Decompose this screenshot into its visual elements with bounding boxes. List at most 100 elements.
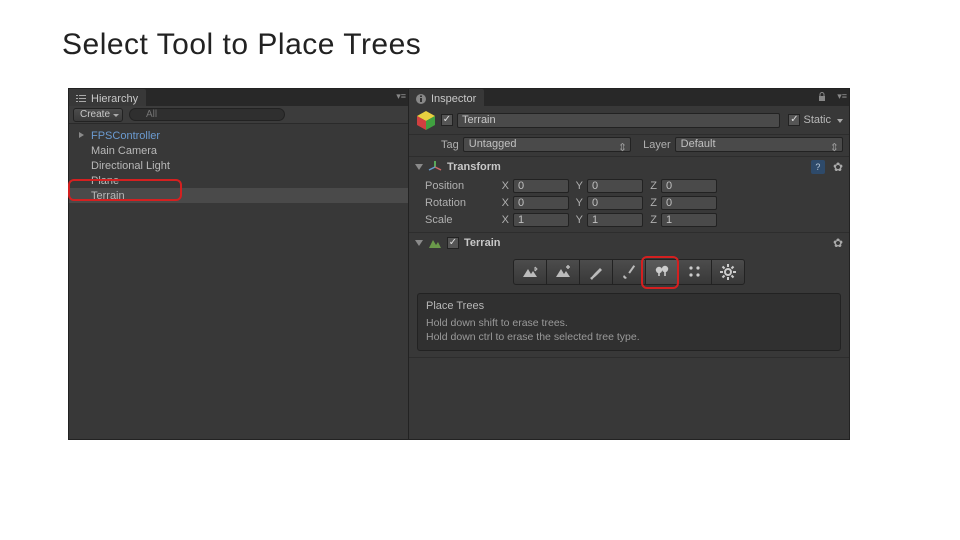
hierarchy-item-fpscontroller[interactable]: FPSController xyxy=(69,128,408,143)
scale-z-input[interactable] xyxy=(661,213,717,227)
transform-position-row: Position X Y Z xyxy=(415,177,843,194)
hierarchy-list: FPSController Main Camera Directional Li… xyxy=(69,124,408,207)
hierarchy-panel: Hierarchy ▾≡ Create FPSController Main C… xyxy=(68,88,409,440)
hierarchy-item-label: Plane xyxy=(91,175,119,187)
terrain-component: ✓ Terrain ✿ xyxy=(409,233,849,358)
terrain-help-box: Place Trees Hold down shift to erase tre… xyxy=(417,293,841,351)
rotation-x-input[interactable] xyxy=(513,196,569,210)
foldout-icon[interactable] xyxy=(415,164,423,170)
layer-label: Layer xyxy=(643,139,671,151)
transform-icon xyxy=(428,160,442,174)
transform-fields: Position X Y Z Rotation X Y Z Scale X Y … xyxy=(409,177,849,232)
transform-scale-row: Scale X Y Z xyxy=(415,211,843,228)
inspector-tab-row: Inspector ▾≡ xyxy=(409,89,849,106)
foldout-icon[interactable] xyxy=(415,240,423,246)
static-toggle-group: ✓ Static xyxy=(788,114,843,126)
lock-icon[interactable] xyxy=(817,92,827,102)
expand-arrow-icon[interactable] xyxy=(79,132,84,138)
scale-y-input[interactable] xyxy=(587,213,643,227)
terrain-tool-smooth[interactable] xyxy=(579,259,613,285)
inspector-tab-menu-icon[interactable]: ▾≡ xyxy=(837,91,847,102)
help-line-2: Hold down ctrl to erase the selected tre… xyxy=(426,330,832,344)
inspector-object-header: ✓ ✓ Static xyxy=(409,106,849,135)
hierarchy-item-plane[interactable]: Plane xyxy=(69,173,408,188)
terrain-tool-raise-lower[interactable] xyxy=(513,259,547,285)
create-button[interactable]: Create xyxy=(73,108,123,122)
brush-icon xyxy=(587,263,605,281)
hierarchy-tab-label: Hierarchy xyxy=(91,93,138,105)
hierarchy-item-label: FPSController xyxy=(91,130,160,142)
hierarchy-toolbar: Create xyxy=(69,106,408,124)
chevron-updown-icon: ⇕ xyxy=(618,141,627,154)
terrain-icon xyxy=(428,236,442,250)
transform-rotation-row: Rotation X Y Z xyxy=(415,194,843,211)
trees-icon xyxy=(653,263,671,281)
layer-value: Default xyxy=(681,138,716,150)
tag-dropdown[interactable]: Untagged ⇕ xyxy=(463,137,631,152)
chevron-updown-icon: ⇕ xyxy=(830,141,839,154)
axis-x-label: X xyxy=(499,180,509,192)
terrain-tool-settings[interactable] xyxy=(711,259,745,285)
position-z-input[interactable] xyxy=(661,179,717,193)
terrain-tool-paint-height[interactable] xyxy=(546,259,580,285)
gear-icon xyxy=(719,263,737,281)
inspector-tab-label: Inspector xyxy=(431,93,476,105)
terrain-tool-paint-details[interactable] xyxy=(678,259,712,285)
transform-title: Transform xyxy=(447,161,806,173)
terrain-enabled-checkbox[interactable]: ✓ xyxy=(447,237,459,249)
static-checkbox[interactable]: ✓ xyxy=(788,114,800,126)
layer-dropdown[interactable]: Default ⇕ xyxy=(675,137,843,152)
terrain-title: Terrain xyxy=(464,237,825,249)
static-label: Static xyxy=(803,114,831,126)
gear-icon[interactable]: ✿ xyxy=(833,160,843,174)
axis-x-label: X xyxy=(499,197,509,209)
hierarchy-item-terrain[interactable]: Terrain xyxy=(69,188,408,203)
paintbrush-icon xyxy=(620,263,638,281)
position-x-input[interactable] xyxy=(513,179,569,193)
rotation-z-input[interactable] xyxy=(661,196,717,210)
static-dropdown-icon[interactable] xyxy=(834,114,843,126)
tag-label: Tag xyxy=(441,139,459,151)
position-y-input[interactable] xyxy=(587,179,643,193)
flowers-icon xyxy=(686,263,704,281)
hierarchy-tab-menu-icon[interactable]: ▾≡ xyxy=(396,91,406,102)
transform-component: Transform ? ✿ Position X Y Z Rotation X … xyxy=(409,157,849,233)
transform-header[interactable]: Transform ? ✿ xyxy=(409,157,849,177)
slide-title: Select Tool to Place Trees xyxy=(0,0,960,62)
inspector-tab[interactable]: Inspector xyxy=(409,89,484,106)
info-icon xyxy=(415,93,427,105)
terrain-tool-paint-texture[interactable] xyxy=(612,259,646,285)
hierarchy-item-directional-light[interactable]: Directional Light xyxy=(69,158,408,173)
hierarchy-item-label: Directional Light xyxy=(91,160,170,172)
gear-icon[interactable]: ✿ xyxy=(833,236,843,250)
axis-y-label: Y xyxy=(573,180,583,192)
axis-y-label: Y xyxy=(573,214,583,226)
hierarchy-search-input[interactable] xyxy=(129,108,285,121)
axis-z-label: Z xyxy=(647,214,657,226)
help-line-1: Hold down shift to erase trees. xyxy=(426,316,832,330)
hierarchy-item-label: Terrain xyxy=(91,190,125,202)
help-icon[interactable]: ? xyxy=(811,160,825,174)
gameobject-enabled-checkbox[interactable]: ✓ xyxy=(441,114,453,126)
axis-y-label: Y xyxy=(573,197,583,209)
hierarchy-tab[interactable]: Hierarchy xyxy=(69,89,146,106)
inspector-panel: Inspector ▾≡ ✓ ✓ Static Tag Untagged xyxy=(409,88,850,440)
scale-x-input[interactable] xyxy=(513,213,569,227)
mountain-flat-icon xyxy=(554,263,572,281)
hierarchy-item-main-camera[interactable]: Main Camera xyxy=(69,143,408,158)
field-label: Rotation xyxy=(415,197,495,209)
mountain-up-icon xyxy=(521,263,539,281)
axis-x-label: X xyxy=(499,214,509,226)
field-label: Position xyxy=(415,180,495,192)
tag-layer-row: Tag Untagged ⇕ Layer Default ⇕ xyxy=(409,135,849,157)
terrain-header[interactable]: ✓ Terrain ✿ xyxy=(409,233,849,253)
terrain-tool-strip xyxy=(409,253,849,293)
gameobject-name-input[interactable] xyxy=(457,113,780,128)
hierarchy-tab-row: Hierarchy ▾≡ xyxy=(69,89,408,106)
unity-editor-panel: Hierarchy ▾≡ Create FPSController Main C… xyxy=(68,88,850,440)
rotation-y-input[interactable] xyxy=(587,196,643,210)
hierarchy-item-label: Main Camera xyxy=(91,145,157,157)
hierarchy-search-wrap xyxy=(129,108,404,121)
tag-value: Untagged xyxy=(469,138,517,150)
terrain-tool-place-trees[interactable] xyxy=(645,259,679,285)
